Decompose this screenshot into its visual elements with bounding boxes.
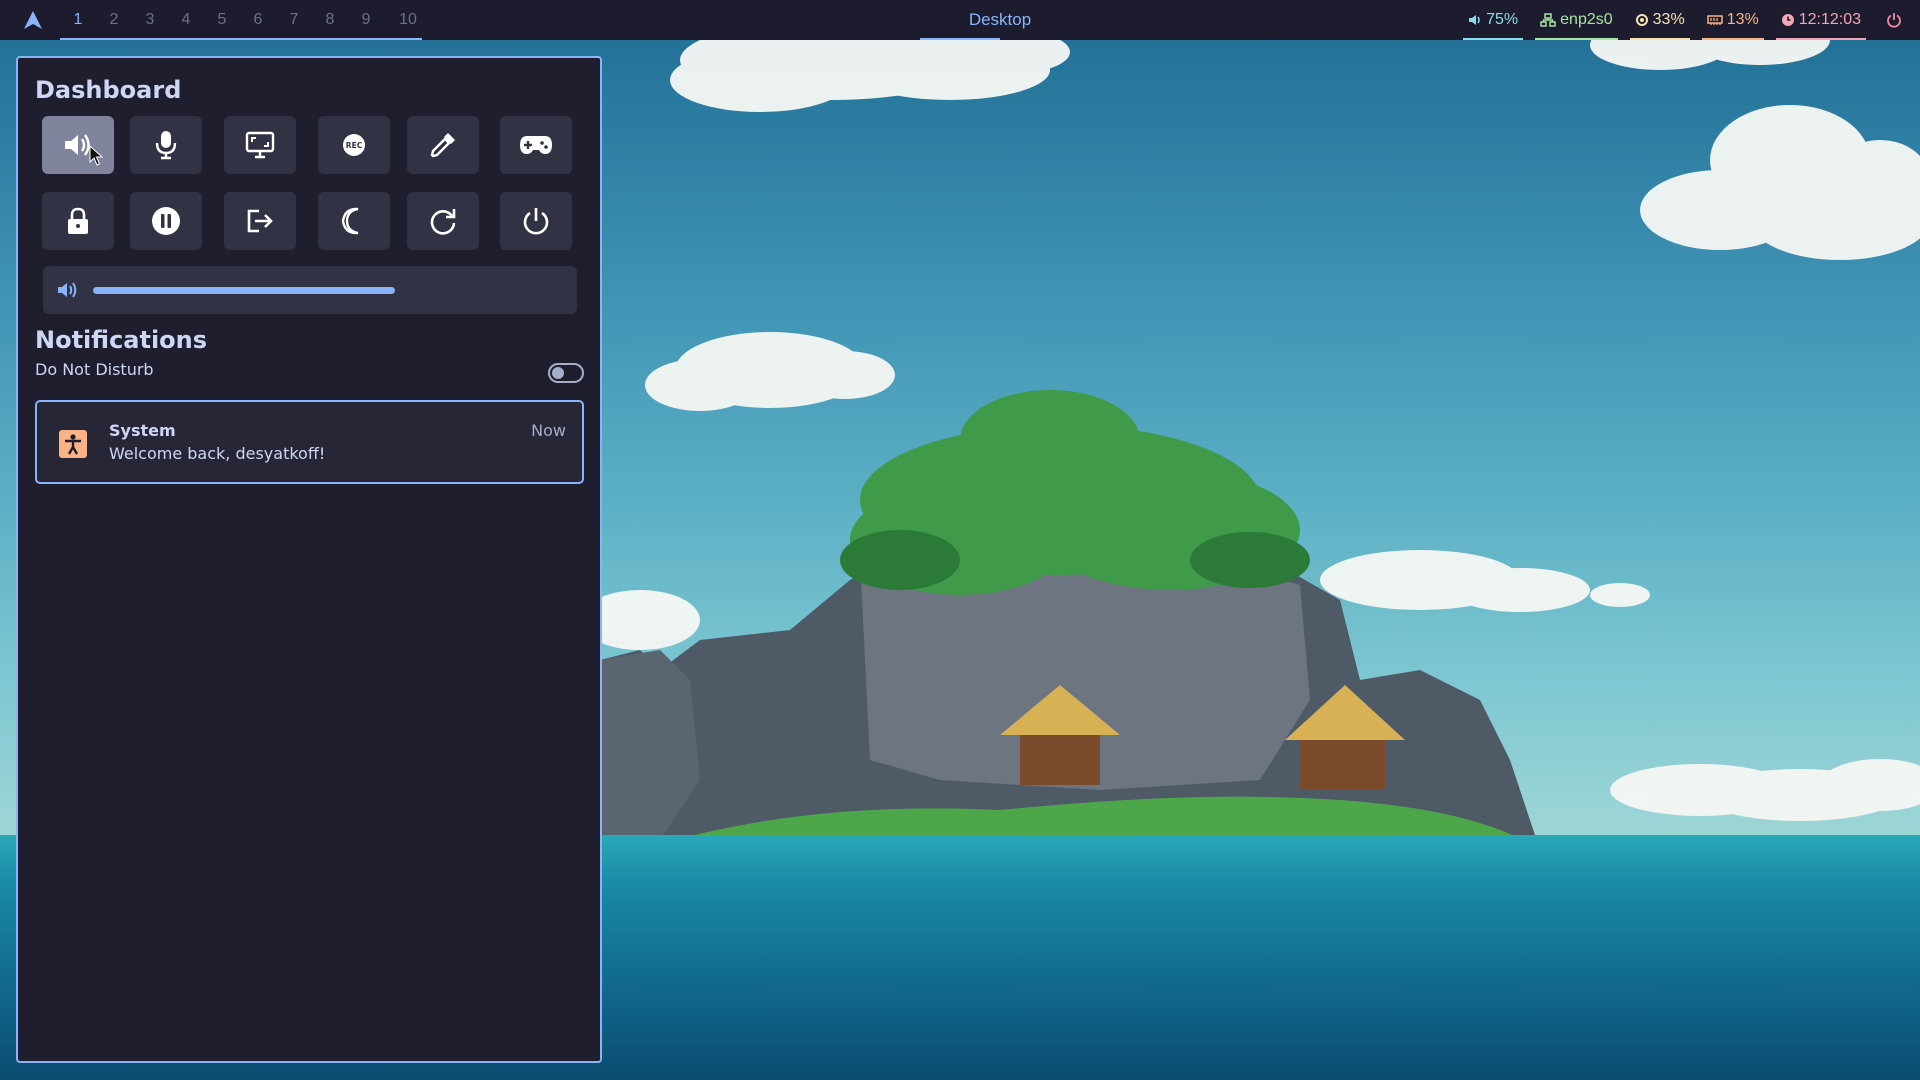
notification-card[interactable]: System Welcome back, desyatkoff! Now xyxy=(35,400,584,484)
network-module[interactable]: enp2s0 xyxy=(1529,0,1624,40)
volume-fill xyxy=(93,287,395,294)
volume-module[interactable]: 75% xyxy=(1457,0,1529,40)
workspace-3[interactable]: 3 xyxy=(132,0,168,40)
pause-icon xyxy=(152,207,180,235)
dashboard-panel: Dashboard REC Notifications Do Not Distu… xyxy=(16,56,602,1063)
volume-icon xyxy=(58,282,77,298)
workspace-6[interactable]: 6 xyxy=(240,0,276,40)
sleep-icon xyxy=(341,207,359,235)
logout-icon xyxy=(247,209,273,233)
workspace-8[interactable]: 8 xyxy=(312,0,348,40)
workspace-7[interactable]: 7 xyxy=(276,0,312,40)
workspace-5[interactable]: 5 xyxy=(204,0,240,40)
cpu-icon xyxy=(1635,14,1648,26)
window-title-underline xyxy=(920,38,1000,40)
top-bar: 1 2 3 4 5 6 7 8 9 10 Desktop 75% enp2s0 … xyxy=(0,0,1920,40)
workspace-underline xyxy=(60,38,422,40)
memory-value: 13% xyxy=(1726,11,1759,28)
lock-button[interactable] xyxy=(42,192,114,250)
volume-track[interactable] xyxy=(93,287,557,294)
notifications-title: Notifications xyxy=(35,326,208,354)
reboot-icon xyxy=(430,209,456,235)
reboot-button[interactable] xyxy=(407,192,479,250)
suspend-button[interactable] xyxy=(130,192,202,250)
screen-record-button[interactable]: REC xyxy=(318,116,390,174)
workspace-4[interactable]: 4 xyxy=(168,0,204,40)
gamepad-icon xyxy=(520,136,552,154)
power-icon xyxy=(523,208,549,235)
network-icon xyxy=(1540,13,1556,27)
dashboard-title: Dashboard xyxy=(35,76,182,104)
status-modules: 75% enp2s0 33% 13% 12:12:03 xyxy=(1457,0,1920,40)
window-title: Desktop xyxy=(968,10,1032,29)
clock-icon xyxy=(1781,14,1794,26)
volume-slider[interactable] xyxy=(43,266,577,314)
volume-icon xyxy=(1469,15,1480,25)
gamemode-button[interactable] xyxy=(500,116,572,174)
clock-value: 12:12:03 xyxy=(1798,11,1861,28)
mouse-cursor-icon xyxy=(89,145,103,166)
lock-icon xyxy=(68,207,88,234)
memory-icon xyxy=(1706,15,1723,25)
shutdown-button[interactable] xyxy=(500,192,572,250)
cpu-module[interactable]: 33% xyxy=(1624,0,1696,40)
microphone-toggle-button[interactable] xyxy=(130,116,202,174)
cpu-value: 33% xyxy=(1652,11,1685,28)
screenshot-button[interactable] xyxy=(224,116,296,174)
record-icon: REC xyxy=(343,134,365,156)
volume-value: 75% xyxy=(1486,11,1519,28)
power-menu-button[interactable] xyxy=(1872,0,1920,40)
color-picker-icon xyxy=(430,133,455,158)
color-picker-button[interactable] xyxy=(407,116,479,174)
notification-time: Now xyxy=(531,421,566,440)
dnd-toggle-knob xyxy=(552,367,564,379)
sleep-button[interactable] xyxy=(318,192,390,250)
notification-app: System xyxy=(109,421,176,440)
screenshot-icon xyxy=(245,131,275,159)
workspace-10[interactable]: 10 xyxy=(384,0,432,40)
logout-button[interactable] xyxy=(224,192,296,250)
workspace-1[interactable]: 1 xyxy=(60,0,96,40)
workspace-9[interactable]: 9 xyxy=(348,0,384,40)
accessibility-icon xyxy=(59,430,87,458)
dnd-label: Do Not Disturb xyxy=(35,360,154,379)
svg-text:REC: REC xyxy=(346,141,363,150)
network-value: enp2s0 xyxy=(1560,11,1613,28)
workspace-list: 1 2 3 4 5 6 7 8 9 10 xyxy=(60,0,432,40)
notification-body: Welcome back, desyatkoff! xyxy=(109,444,326,463)
power-icon xyxy=(1887,13,1901,28)
memory-module[interactable]: 13% xyxy=(1696,0,1770,40)
dnd-toggle[interactable] xyxy=(548,363,584,383)
workspace-2[interactable]: 2 xyxy=(96,0,132,40)
microphone-icon xyxy=(155,131,177,160)
volume-toggle-button[interactable] xyxy=(42,116,114,174)
clock-module[interactable]: 12:12:03 xyxy=(1770,0,1872,40)
arch-logo-icon[interactable] xyxy=(22,9,44,31)
